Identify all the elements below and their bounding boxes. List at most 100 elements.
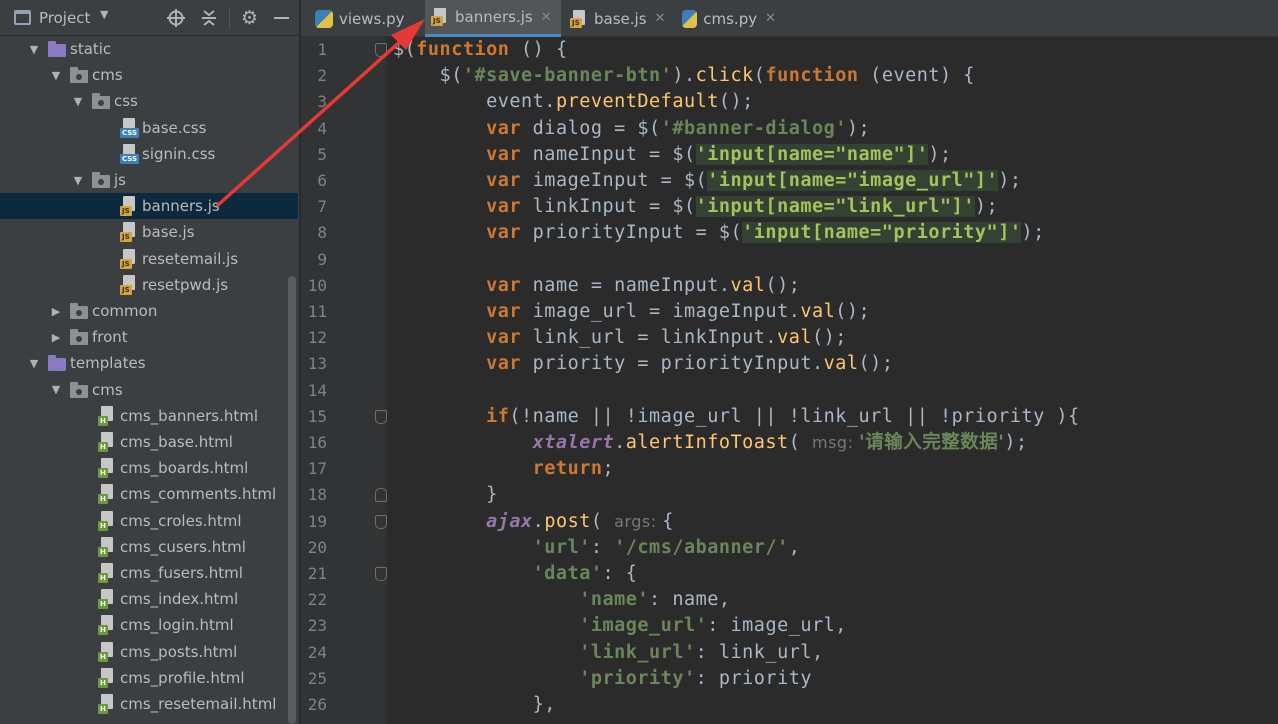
fold-marker-icon[interactable] [375,567,387,581]
tree-item[interactable]: ▼ cms [0,377,298,403]
chevron-down-icon[interactable]: ▼ [50,62,62,88]
tree-item-label: cms_login.html [120,616,234,635]
html-file-icon: H [98,536,116,557]
close-icon[interactable]: ✕ [655,11,666,26]
chevron-down-icon[interactable]: ▼ [28,36,40,62]
html-file-icon: H [98,458,116,479]
code-line: var dialog = $('#banner-dialog'); [486,117,871,139]
tree-item-label: common [92,302,158,320]
tree-item[interactable]: Hcms_profile.html [0,665,298,691]
chevron-right-icon[interactable]: ▶ [50,298,62,324]
tree-item[interactable]: Hcms_fusers.html [0,560,298,586]
fold-marker-icon[interactable] [375,488,387,503]
line-number: 10 [307,275,327,295]
chevron-down-icon[interactable]: ▼ [72,167,84,193]
python-file-icon [682,9,698,28]
chevron-right-icon[interactable]: ▶ [50,324,62,350]
tree-item[interactable]: Hcms_login.html [0,612,298,638]
tree-item[interactable]: CSS base.css [0,115,298,141]
chevron-down-icon[interactable]: ▼ [100,8,108,21]
tree-item[interactable]: ▶ common [0,298,298,324]
line-number: 6 [317,171,327,190]
tree-item[interactable]: ▼ static [0,36,298,62]
chevron-down-icon[interactable]: ▼ [50,377,62,403]
project-panel: Project ▼ ⚙ ▼ static ▼ cms ▼ css CSS base.css CS… [0,0,299,724]
tree-item[interactable]: ▼ cms [0,62,298,88]
hide-panel-icon[interactable] [274,17,289,19]
tree-item-label: cms_resetemail.html [120,695,277,713]
js-file-icon: JS [120,248,138,269]
close-icon[interactable]: ✕ [541,10,552,25]
line-number: 24 [307,642,327,662]
code-line: var priorityInput = $('input[name="prior… [486,222,1045,244]
tree-item-label: templates [70,354,146,373]
tree-item-label: cms_comments.html [120,485,277,504]
locate-icon[interactable] [166,8,186,28]
code-line: $('#save-banner-btn').click(function (ev… [393,65,975,87]
folder-icon [70,381,88,398]
tree-item[interactable]: ▼ js [0,167,298,193]
tree-item[interactable]: JS base.js [0,219,298,245]
tree-item[interactable]: Hcms_posts.html [0,639,298,665]
code-line: 'link_url': link_url, [579,641,824,663]
tree-item[interactable]: Hcms_boards.html [0,455,298,481]
gear-icon[interactable]: ⚙ [241,7,258,29]
tree-item[interactable]: ▼ css [0,88,298,114]
html-file-icon: H [98,484,116,505]
line-number: 19 [307,511,327,531]
tree-item[interactable]: ▼ templates [0,350,298,376]
editor-tab[interactable]: views.py [309,0,419,37]
code-line: $(function () { [393,39,568,60]
code-line: ajax.post( args: { [486,510,674,532]
editor-tab[interactable]: JS banners.js ✕ [425,0,561,37]
tree-item[interactable]: Hcms_croles.html [0,508,298,534]
header-divider [229,7,230,29]
fold-marker-icon[interactable] [375,514,387,529]
collapse-all-icon[interactable] [199,8,219,28]
tree-item[interactable]: Hcms_banners.html [0,403,298,429]
line-number: 5 [317,144,327,164]
tree-item-label: base.css [142,118,207,137]
tree-item-label: cms_profile.html [120,668,245,687]
python-file-icon [315,9,333,28]
tree-item-label: cms_cusers.html [120,537,246,556]
line-number: 13 [307,354,327,374]
editor-tab[interactable]: cms.py ✕ [676,0,776,37]
line-number: 16 [307,433,327,452]
tree-item-label: static [70,40,112,58]
tree-item-label: cms_boards.html [120,459,249,478]
line-number: 15 [307,406,327,426]
tree-item[interactable]: Hcms_base.html [0,429,298,455]
css-file-icon: CSS [120,143,140,164]
js-file-icon: JS [120,222,138,243]
line-number: 11 [307,302,327,321]
code-editor[interactable]: 1 2 3 4 5 6 7 8 9 10 11 12 13 14 15 16 17 18 19 20 21 22 23 24 2… [301,37,1278,724]
tree-item[interactable]: Hcms_cusers.html [0,534,298,560]
folder-icon [70,303,88,319]
tree-item[interactable]: JS resetemail.js [0,246,298,272]
html-file-icon: H [98,589,116,610]
close-icon[interactable]: ✕ [765,11,776,26]
chevron-down-icon[interactable]: ▼ [28,350,40,376]
line-number: 2 [317,66,327,86]
html-file-icon: H [98,405,116,426]
tree-item[interactable]: Hcms_index.html [0,586,298,612]
line-number: 9 [317,249,327,269]
folder-icon [70,329,88,346]
chevron-down-icon[interactable]: ▼ [72,88,84,114]
tree-item[interactable]: Hcms_resetemail.html [0,691,298,717]
tree-item[interactable]: CSS signin.css [0,141,298,167]
fold-marker-icon[interactable] [375,43,387,57]
tree-item[interactable]: JS banners.js [0,193,298,220]
tree-item[interactable]: JS resetpwd.js [0,272,298,298]
folder-icon [92,172,110,188]
tree-item[interactable]: Hcms_comments.html [0,481,298,507]
project-tree-scrollbar[interactable] [288,276,296,724]
editor-tab[interactable]: JS base.js ✕ [564,0,670,37]
tree-item[interactable]: ▶ front [0,324,298,350]
project-title[interactable]: Project [39,9,90,27]
editor-tab-bar: views.py JS banners.js ✕ JS base.js ✕ cms.py ✕ [301,0,1278,37]
tree-item-label: cms_posts.html [120,642,238,661]
fold-marker-icon[interactable] [375,409,387,424]
project-window-icon [14,10,31,25]
